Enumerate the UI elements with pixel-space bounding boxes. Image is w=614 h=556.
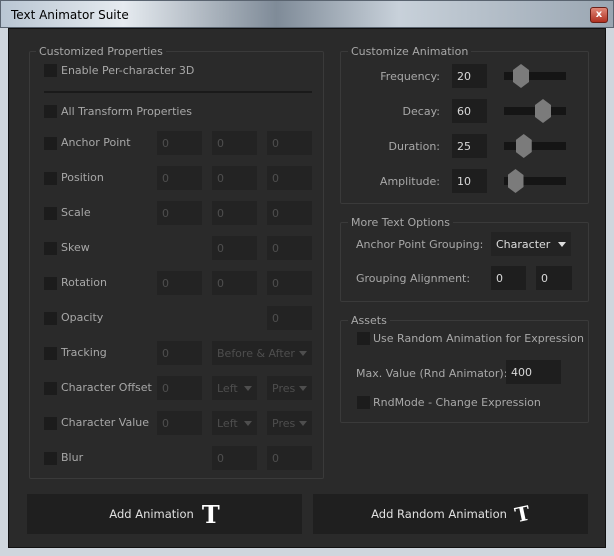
property-value-input[interactable]: 0 bbox=[267, 166, 312, 190]
property-value-input[interactable]: 0 bbox=[157, 271, 202, 295]
property-value-input[interactable]: 0 bbox=[212, 446, 257, 470]
property-label: Character Offset bbox=[61, 381, 152, 394]
add-random-animation-button[interactable]: Add Random Animation T bbox=[313, 494, 588, 534]
property-value-input[interactable]: 0 bbox=[267, 131, 312, 155]
anchor-grouping-dropdown[interactable]: Character bbox=[491, 232, 571, 256]
group-title: Customize Animation bbox=[348, 45, 472, 58]
property-value-input[interactable]: 0 bbox=[267, 201, 312, 225]
animation-param-label: Duration: bbox=[388, 140, 440, 153]
grouping-alignment-x[interactable]: 0 bbox=[491, 266, 526, 290]
group-title: Customized Properties bbox=[36, 45, 166, 58]
all-transform-label: All Transform Properties bbox=[61, 105, 192, 118]
dropdown-value: Pres bbox=[272, 382, 296, 395]
alignment-dropdown[interactable]: Left bbox=[212, 411, 257, 435]
max-value-input[interactable]: 400 bbox=[506, 360, 561, 384]
property-value-input[interactable]: 0 bbox=[267, 271, 312, 295]
rndmode-checkbox[interactable] bbox=[357, 396, 370, 409]
property-value-input[interactable]: 0 bbox=[157, 341, 202, 365]
animation-param-input[interactable]: 25 bbox=[452, 134, 487, 158]
chevron-down-icon bbox=[244, 386, 252, 391]
property-value-input[interactable]: 0 bbox=[157, 166, 202, 190]
max-value-label: Max. Value (Rnd Animator): bbox=[356, 367, 508, 380]
property-checkbox[interactable] bbox=[44, 277, 57, 290]
property-label: Scale bbox=[61, 206, 91, 219]
property-value-input[interactable]: 0 bbox=[212, 131, 257, 155]
add-animation-label: Add Animation bbox=[109, 507, 194, 521]
animation-param-input[interactable]: 20 bbox=[452, 64, 487, 88]
property-checkbox[interactable] bbox=[44, 172, 57, 185]
grouping-alignment-y[interactable]: 0 bbox=[536, 266, 572, 290]
text-t-icon: T bbox=[201, 499, 220, 529]
use-random-checkbox[interactable] bbox=[357, 332, 370, 345]
property-value-input[interactable]: 0 bbox=[157, 376, 202, 400]
use-random-label: Use Random Animation for Expression bbox=[373, 332, 584, 345]
property-value-input[interactable]: 0 bbox=[267, 236, 312, 260]
tracking-mode-dropdown[interactable]: Before & After bbox=[212, 341, 312, 365]
chevron-down-icon bbox=[558, 242, 566, 247]
property-checkbox[interactable] bbox=[44, 417, 57, 430]
property-label: Tracking bbox=[61, 346, 107, 359]
property-label: Character Value bbox=[61, 416, 150, 429]
alignment-dropdown[interactable]: Left bbox=[212, 376, 257, 400]
property-label: Anchor Point bbox=[61, 136, 131, 149]
property-value-input[interactable]: 0 bbox=[212, 166, 257, 190]
anchor-grouping-value: Character bbox=[496, 238, 551, 251]
property-checkbox[interactable] bbox=[44, 242, 57, 255]
property-label: Blur bbox=[61, 451, 84, 464]
property-label: Rotation bbox=[61, 276, 108, 289]
property-value-input[interactable]: 0 bbox=[267, 446, 312, 470]
add-animation-button[interactable]: Add Animation T bbox=[27, 494, 302, 534]
property-value-input[interactable]: 0 bbox=[212, 271, 257, 295]
property-label: Position bbox=[61, 171, 104, 184]
close-button[interactable]: x bbox=[590, 7, 608, 23]
animation-param-slider[interactable] bbox=[504, 142, 566, 150]
random-text-icon: T bbox=[512, 500, 533, 528]
dropdown-value: Left bbox=[217, 417, 238, 430]
title-bar: Text Animator Suite x bbox=[0, 0, 614, 28]
dropdown-value: Left bbox=[217, 382, 238, 395]
property-checkbox[interactable] bbox=[44, 312, 57, 325]
property-value-input[interactable]: 0 bbox=[267, 306, 312, 330]
animation-param-label: Amplitude: bbox=[379, 175, 440, 188]
property-checkbox[interactable] bbox=[44, 207, 57, 220]
rndmode-label: RndMode - Change Expression bbox=[373, 396, 541, 409]
group-title: Assets bbox=[348, 314, 390, 327]
property-value-input[interactable]: 0 bbox=[157, 131, 202, 155]
mode-dropdown[interactable]: Pres bbox=[267, 376, 312, 400]
dropdown-value: Before & After bbox=[217, 347, 295, 360]
enable-3d-label: Enable Per-character 3D bbox=[61, 64, 195, 77]
animation-param-label: Decay: bbox=[402, 105, 440, 118]
window-title: Text Animator Suite bbox=[11, 8, 129, 22]
property-checkbox[interactable] bbox=[44, 452, 57, 465]
animation-param-label: Frequency: bbox=[380, 70, 440, 83]
property-value-input[interactable]: 0 bbox=[212, 236, 257, 260]
divider bbox=[44, 91, 312, 93]
property-checkbox[interactable] bbox=[44, 347, 57, 360]
property-checkbox[interactable] bbox=[44, 382, 57, 395]
chevron-down-icon bbox=[299, 421, 307, 426]
grouping-alignment-label: Grouping Alignment: bbox=[356, 272, 471, 285]
all-transform-checkbox[interactable] bbox=[44, 105, 57, 118]
property-label: Opacity bbox=[61, 311, 104, 324]
property-value-input[interactable]: 0 bbox=[157, 201, 202, 225]
anchor-grouping-label: Anchor Point Grouping: bbox=[356, 238, 484, 251]
animation-param-input[interactable]: 60 bbox=[452, 99, 487, 123]
animation-param-input[interactable]: 10 bbox=[452, 169, 487, 193]
mode-dropdown[interactable]: Pres bbox=[267, 411, 312, 435]
main-panel: Customized Properties Enable Per-charact… bbox=[8, 28, 606, 548]
property-label: Skew bbox=[61, 241, 90, 254]
property-value-input[interactable]: 0 bbox=[157, 411, 202, 435]
property-value-input[interactable]: 0 bbox=[212, 201, 257, 225]
group-title: More Text Options bbox=[348, 216, 453, 229]
chevron-down-icon bbox=[299, 386, 307, 391]
property-checkbox[interactable] bbox=[44, 137, 57, 150]
dropdown-value: Pres bbox=[272, 417, 296, 430]
enable-3d-checkbox[interactable] bbox=[44, 64, 57, 77]
add-random-animation-label: Add Random Animation bbox=[371, 507, 507, 521]
chevron-down-icon bbox=[244, 421, 252, 426]
chevron-down-icon bbox=[299, 351, 307, 356]
